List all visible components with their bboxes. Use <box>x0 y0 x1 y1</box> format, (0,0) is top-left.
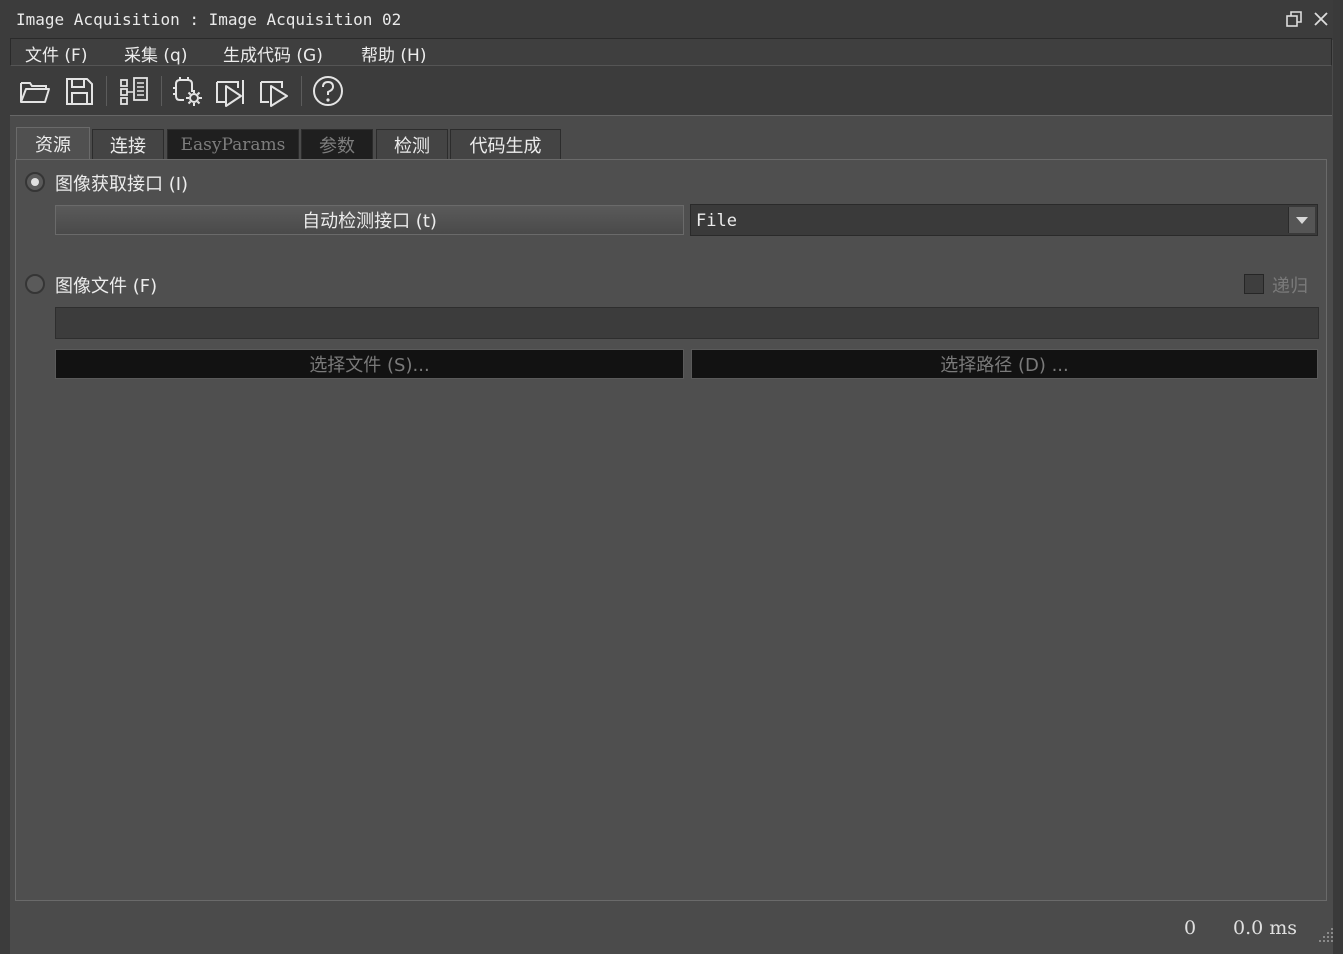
live-icon[interactable] <box>257 74 291 108</box>
left-border <box>0 40 10 954</box>
chevron-down-icon[interactable] <box>1288 207 1315 233</box>
interface-select[interactable]: File <box>690 204 1318 236</box>
connect-settings-icon[interactable] <box>170 74 204 108</box>
image-file-radio[interactable] <box>25 274 45 294</box>
tab-source[interactable]: 资源 <box>16 127 90 160</box>
toolbar-separator <box>301 76 302 106</box>
select-file-button[interactable]: 选择文件 (S)... <box>55 349 684 379</box>
tab-bar: 资源 连接 EasyParams 参数 检测 代码生成 <box>16 127 1326 160</box>
auto-detect-button[interactable]: 自动检测接口 (t) <box>55 205 684 235</box>
menu-help[interactable]: 帮助 (H) <box>361 41 426 66</box>
status-frame-count: 0 <box>1184 917 1197 939</box>
interface-select-value: File <box>696 211 737 231</box>
image-path-input[interactable] <box>55 307 1319 339</box>
menu-codegen[interactable]: 生成代码 (G) <box>223 41 323 66</box>
close-icon[interactable] <box>1310 8 1332 30</box>
title-bar[interactable]: Image Acquisition : Image Acquisition 02 <box>0 0 1343 40</box>
recursive-label: 递归 <box>1272 276 1308 297</box>
restore-icon[interactable] <box>1283 8 1305 30</box>
toolbar-separator <box>106 76 107 106</box>
status-time: 0.0 ms <box>1233 917 1298 939</box>
tab-parameters[interactable]: 参数 <box>301 129 373 159</box>
menu-bar: 文件 (F) 采集 (q) 生成代码 (G) 帮助 (H) <box>10 38 1332 66</box>
menu-file[interactable]: 文件 (F) <box>25 41 87 66</box>
window-title: Image Acquisition : Image Acquisition 02 <box>16 10 402 29</box>
interface-radio-label[interactable]: 图像获取接口 (I) <box>55 170 188 196</box>
tab-easyparams[interactable]: EasyParams <box>167 129 299 159</box>
tab-connection[interactable]: 连接 <box>92 129 164 159</box>
interface-radio[interactable] <box>25 172 45 192</box>
help-icon[interactable] <box>311 74 345 108</box>
toolbar-separator <box>161 76 162 106</box>
select-directory-button[interactable]: 选择路径 (D) ... <box>691 349 1318 379</box>
toolbar <box>10 66 1332 116</box>
image-acquisition-window: Image Acquisition : Image Acquisition 02… <box>0 0 1343 954</box>
recursive-checkbox[interactable] <box>1244 274 1264 294</box>
right-border <box>1333 0 1343 954</box>
tab-code-generation[interactable]: 代码生成 <box>450 129 561 159</box>
detect-interfaces-icon[interactable] <box>117 74 151 108</box>
save-icon[interactable] <box>62 74 96 108</box>
open-folder-icon[interactable] <box>18 74 52 108</box>
tab-detect[interactable]: 检测 <box>376 129 448 159</box>
image-file-radio-label[interactable]: 图像文件 (F) <box>55 272 157 298</box>
menu-acquisition[interactable]: 采集 (q) <box>124 41 187 66</box>
source-panel: 图像获取接口 (I) 自动检测接口 (t) File 图像文件 (F) 递归 选… <box>15 159 1327 901</box>
snap-icon[interactable] <box>213 74 247 108</box>
